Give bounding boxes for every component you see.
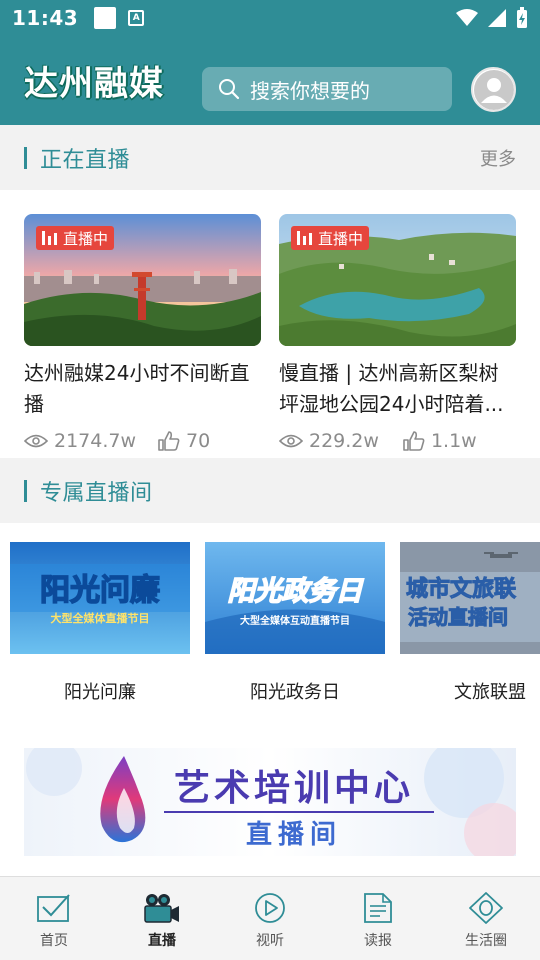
live-bars-icon	[297, 231, 312, 245]
tab-label: 生活圈	[465, 933, 507, 949]
signal-icon	[488, 9, 506, 27]
views-count: 229.2w	[309, 430, 379, 452]
room-thumbnail[interactable]: 阳光政务日 大型全媒体互动直播节目	[205, 542, 385, 654]
tab-live[interactable]: 直播	[108, 877, 216, 960]
views-count: 2174.7w	[54, 430, 137, 452]
section-title-live: 正在直播	[40, 148, 131, 173]
room-art-title: 阳光问廉	[40, 573, 160, 608]
search-input[interactable]: 搜索你想要的	[202, 67, 452, 111]
live-thumbnail[interactable]: 直播中	[24, 214, 261, 346]
more-link[interactable]: 更多	[480, 145, 516, 171]
room-art-sub: 大型全媒体直播节目	[51, 611, 150, 625]
brand-logo[interactable]: 达州融媒	[24, 56, 164, 105]
status-bar: 11:43 A	[0, 0, 540, 36]
live-card-title[interactable]: 达州融媒24小时不间断直播	[24, 358, 261, 420]
wifi-icon	[456, 9, 478, 26]
room-thumbnail[interactable]: 阳光问廉 大型全媒体直播节目	[10, 542, 190, 654]
life-circle-icon	[468, 891, 504, 925]
likes-stat[interactable]: 1.1w	[403, 430, 477, 452]
bottom-tab-bar: 首页 直播 视听 读报 生活圈	[0, 876, 540, 960]
section-title-rooms: 专属直播间	[40, 481, 153, 506]
home-icon	[37, 891, 71, 925]
room-item[interactable]: 城市文旅联 活动直播间 文旅联盟	[400, 542, 540, 704]
art-training-banner[interactable]: 艺术培训中心 直播间	[24, 748, 516, 856]
status-time: 11:43	[12, 6, 79, 30]
room-art-sub: 活动直播间	[408, 605, 508, 629]
notification-icon	[94, 7, 117, 29]
room-thumbnail[interactable]: 城市文旅联 活动直播间	[400, 542, 540, 654]
live-card-title[interactable]: 慢直播 | 达州高新区梨树坪湿地公园24小时陪着...	[279, 358, 516, 420]
user-icon	[473, 69, 514, 110]
live-card[interactable]: 直播中 慢直播 | 达州高新区梨树坪湿地公园24小时陪着... 229.2w 1…	[279, 214, 516, 452]
search-icon	[218, 78, 240, 100]
room-art-title: 城市文旅联	[406, 576, 516, 602]
room-label[interactable]: 文旅联盟	[400, 678, 540, 704]
live-thumbnail[interactable]: 直播中	[279, 214, 516, 346]
live-badge-label: 直播中	[318, 229, 364, 248]
live-card-stats: 229.2w 1.1w	[279, 430, 516, 452]
live-camera-icon	[143, 891, 181, 925]
room-label[interactable]: 阳光问廉	[10, 678, 190, 704]
live-card[interactable]: 直播中 达州融媒24小时不间断直播 2174.7w 70	[24, 214, 261, 452]
live-bars-icon	[42, 231, 57, 245]
search-placeholder: 搜索你想要的	[250, 78, 370, 103]
live-badge: 直播中	[36, 226, 115, 250]
eye-icon	[279, 434, 303, 448]
views-stat: 2174.7w	[24, 430, 136, 452]
section-accent-bar	[24, 147, 27, 169]
live-card-stats: 2174.7w 70	[24, 430, 261, 452]
tab-life-circle[interactable]: 生活圈	[432, 877, 540, 960]
live-list: 直播中 达州融媒24小时不间断直播 2174.7w 70 直播中 慢直播 | 达…	[0, 190, 540, 460]
rooms-list: 阳光问廉 大型全媒体直播节目 阳光问廉 阳光政务日 大型全媒体互动直播节目 阳光…	[0, 523, 540, 876]
room-art-title: 阳光政务日	[228, 576, 365, 607]
tab-label: 直播	[148, 933, 176, 949]
tab-label: 首页	[40, 933, 68, 949]
room-label[interactable]: 阳光政务日	[205, 678, 385, 704]
room-art-sub: 大型全媒体互动直播节目	[240, 614, 350, 627]
live-badge-label: 直播中	[63, 229, 109, 248]
live-badge: 直播中	[291, 226, 370, 250]
section-accent-bar	[24, 480, 27, 502]
tab-home[interactable]: 首页	[0, 877, 108, 960]
tab-audio-video[interactable]: 视听	[216, 877, 324, 960]
banner-subtitle: 直播间	[246, 820, 342, 850]
thumbs-up-icon	[403, 431, 425, 451]
thumbs-up-icon	[158, 431, 180, 451]
battery-icon	[517, 7, 527, 28]
likes-count: 1.1w	[430, 430, 477, 452]
tab-newspaper[interactable]: 读报	[324, 877, 432, 960]
app-header: 达州融媒 搜索你想要的	[0, 36, 540, 125]
tab-label: 读报	[364, 933, 392, 949]
newspaper-icon	[363, 891, 393, 925]
room-item[interactable]: 阳光问廉 大型全媒体直播节目 阳光问廉	[10, 542, 190, 704]
likes-count: 70	[186, 430, 211, 452]
eye-icon	[24, 434, 48, 448]
likes-stat[interactable]: 70	[158, 430, 210, 452]
rooms-section-header: 专属直播间	[0, 458, 540, 524]
live-section-header: 正在直播 更多	[0, 125, 540, 191]
room-item[interactable]: 阳光政务日 大型全媒体互动直播节目 阳光政务日	[205, 542, 385, 704]
tab-label: 视听	[256, 933, 284, 949]
banner-title: 艺术培训中心	[174, 768, 414, 809]
play-icon	[254, 891, 286, 925]
accessibility-icon: A	[128, 10, 145, 26]
views-stat: 229.2w	[279, 430, 379, 452]
avatar[interactable]	[471, 67, 516, 112]
